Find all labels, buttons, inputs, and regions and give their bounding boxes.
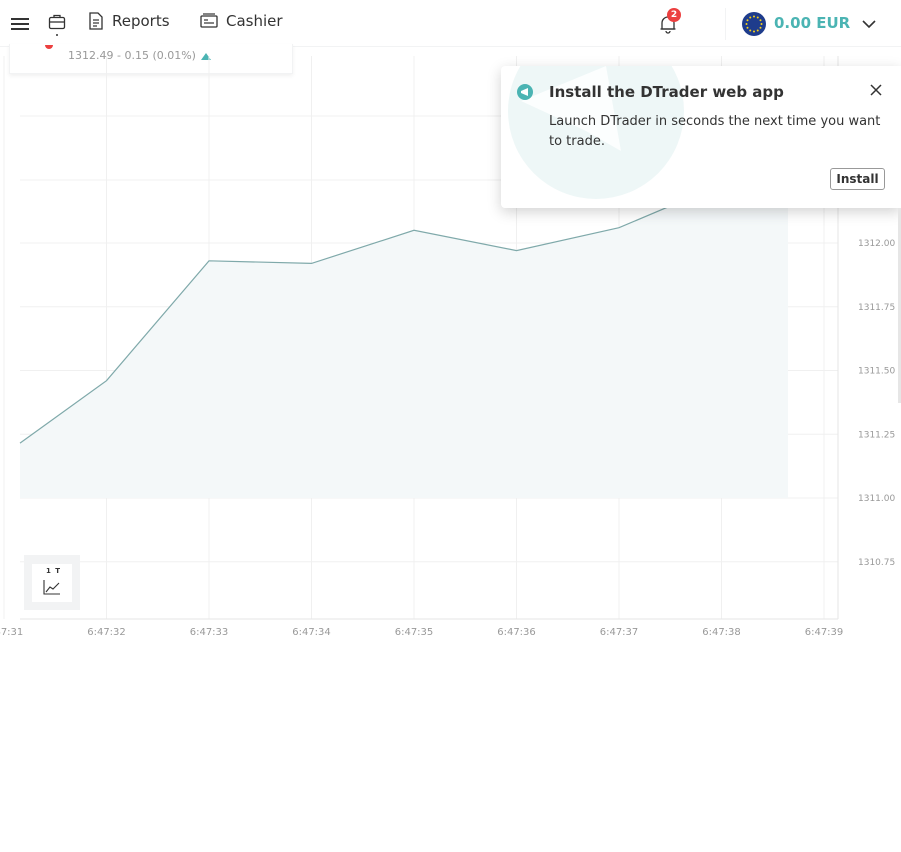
cashier-nav-item[interactable]: Cashier: [200, 12, 283, 30]
y-tick-label: 1310.75: [858, 558, 895, 568]
toast-title: Install the DTrader web app: [549, 83, 784, 101]
reports-icon: [89, 12, 103, 30]
y-tick-label: 1312.00: [858, 239, 895, 249]
y-tick-label: 1311.75: [858, 303, 895, 313]
x-tick-label: 6:47:33: [190, 627, 229, 638]
x-tick-label: 6:47:34: [292, 627, 331, 638]
x-tick-label: 6:47:36: [497, 627, 536, 638]
x-tick-label: 6:47:35: [395, 627, 434, 638]
megaphone-icon: [517, 84, 533, 100]
eur-currency-icon: [742, 12, 766, 36]
chart-type-inner: 1 T: [32, 564, 72, 602]
x-tick-label: 6:47:31: [0, 627, 23, 638]
x-tick-label: 6:47:37: [600, 627, 639, 638]
x-tick-label: 6:47:39: [805, 627, 844, 638]
install-button[interactable]: Install: [830, 168, 885, 190]
toast-message: Launch DTrader in seconds the next time …: [549, 114, 881, 149]
positions-indicator-dot: [56, 34, 58, 36]
reports-label: Reports: [112, 12, 170, 30]
briefcase-icon[interactable]: [48, 13, 66, 31]
header-divider: [725, 8, 726, 40]
y-tick-label: 1311.00: [858, 494, 895, 504]
install-app-toast: Install the DTrader web app Launch DTrad…: [501, 66, 901, 208]
account-balance[interactable]: 0.00 EUR: [774, 14, 850, 32]
x-tick-label: 6:47:38: [702, 627, 741, 638]
cashier-label: Cashier: [226, 12, 283, 30]
chart-interval-label: 1 T: [46, 567, 62, 575]
x-tick-label: 6:47:32: [87, 627, 126, 638]
y-tick-label: 1311.50: [858, 367, 895, 377]
chart-type-button[interactable]: 1 T: [24, 555, 80, 610]
reports-nav-item[interactable]: Reports: [88, 12, 170, 30]
cashier-icon: [200, 13, 218, 28]
close-icon[interactable]: [868, 82, 884, 98]
price-area-fill: [20, 184, 788, 499]
chevron-down-icon[interactable]: [860, 16, 878, 32]
top-header: Reports Cashier 2 0.00 EUR: [0, 0, 901, 47]
area-chart-icon: [43, 580, 60, 595]
notification-count-badge: 2: [667, 8, 681, 22]
menu-icon[interactable]: [10, 14, 30, 34]
y-tick-label: 1311.25: [858, 430, 895, 440]
